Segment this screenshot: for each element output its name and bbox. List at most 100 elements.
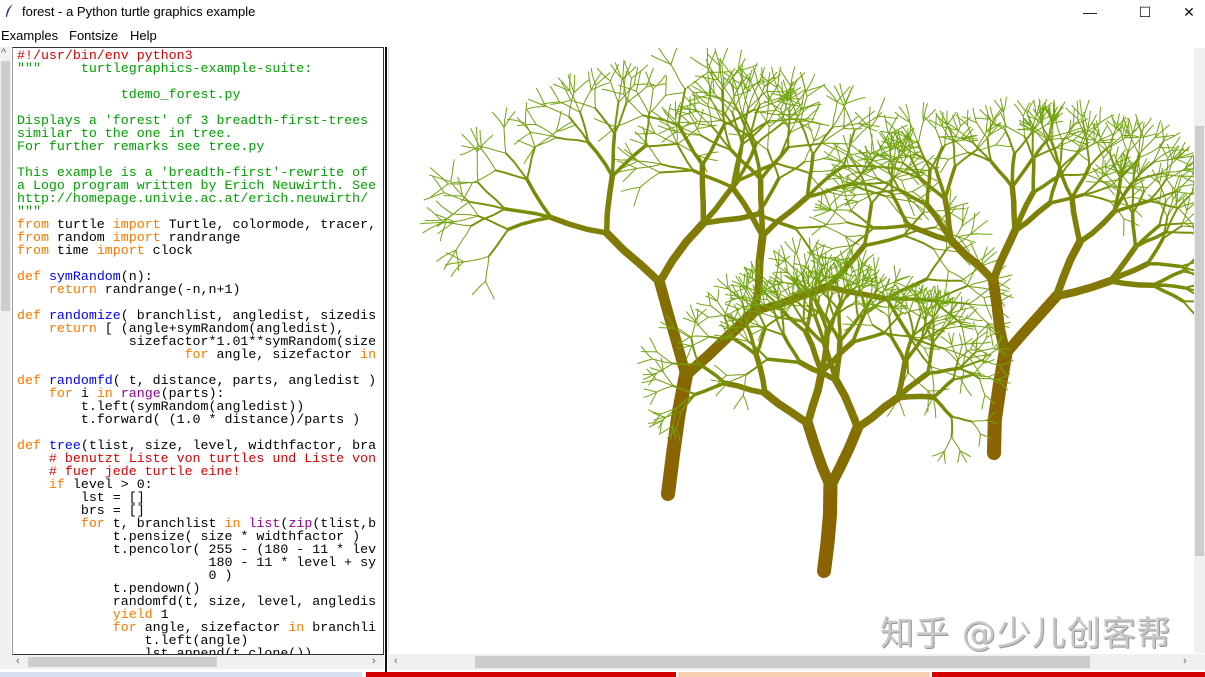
scroll-right-icon[interactable]: › xyxy=(372,655,376,667)
tree-branch xyxy=(796,237,801,255)
watermark: 知乎 @少儿创客帮 xyxy=(880,614,1172,654)
tree-branch xyxy=(481,148,497,171)
tree-branch xyxy=(874,257,880,272)
tree-branch xyxy=(442,221,472,227)
tree-branch xyxy=(760,388,812,428)
tree-branch xyxy=(1120,115,1125,133)
tree-branch xyxy=(452,213,479,217)
scroll-left-icon[interactable]: ‹ xyxy=(394,655,398,667)
code-line: """ turtlegraphics-example-suite: xyxy=(17,62,376,75)
tree-branch xyxy=(995,132,1006,146)
tree-branch xyxy=(961,280,985,299)
code-token: """ turtlegraphics-example-suite: xyxy=(17,61,313,76)
code-text[interactable]: #!/usr/bin/env python3 """ turtlegraphics… xyxy=(17,49,377,655)
canvas-vertical-scrollbar[interactable] xyxy=(1194,48,1205,653)
code-token: import xyxy=(96,243,145,258)
menu-fontsize[interactable]: Fontsize xyxy=(69,28,118,43)
tree-branch xyxy=(1006,126,1025,137)
scroll-right-icon[interactable]: › xyxy=(1183,655,1187,667)
tree-branch xyxy=(652,74,667,90)
tree-branch xyxy=(614,62,623,80)
tree-branch xyxy=(989,106,994,121)
tree-branch xyxy=(573,79,590,94)
code-line: for angle, sizefactor in xyxy=(17,347,377,362)
tree-branch xyxy=(641,378,657,384)
tree-branch xyxy=(463,255,490,263)
tree-branch xyxy=(759,194,811,239)
tree-branch xyxy=(640,346,653,360)
code-horizontal-scrollbar[interactable]: ‹ › xyxy=(0,655,384,669)
close-button[interactable]: ✕ xyxy=(1166,0,1205,24)
tree-branch xyxy=(983,297,993,320)
tree-branch xyxy=(844,234,863,237)
tree-branch xyxy=(586,140,615,178)
maximize-button[interactable]: ☐ xyxy=(1122,0,1168,24)
tree-branch xyxy=(808,237,811,255)
stop-button[interactable] xyxy=(678,672,930,677)
code-token: lst.append(t.clone()) xyxy=(17,646,313,655)
tree-branch xyxy=(972,107,977,123)
tree-branch xyxy=(526,146,536,181)
tree-branch xyxy=(802,418,836,492)
feather-icon xyxy=(6,4,13,17)
code-token: angle, sizefactor xyxy=(208,347,361,362)
code-line: http://homepage.univie.ac.at/erich.neuwi… xyxy=(17,192,376,205)
tree-branch xyxy=(643,388,658,393)
scroll-thumb[interactable] xyxy=(475,656,1090,668)
tree-branch xyxy=(989,160,1015,189)
tree-branch xyxy=(811,120,830,127)
scroll-left-icon[interactable]: ‹ xyxy=(16,655,20,667)
tree-branch xyxy=(462,195,479,217)
code-token: randrange(-n,n+1) xyxy=(96,282,241,297)
tree-branch xyxy=(670,43,680,66)
minimize-button[interactable]: — xyxy=(1067,0,1113,24)
tree-branch xyxy=(1182,300,1201,322)
tree-branch xyxy=(1107,278,1156,288)
tree-branch xyxy=(1082,99,1090,118)
scroll-thumb[interactable] xyxy=(1195,126,1204,556)
tree-branch xyxy=(1099,106,1102,124)
tree-branch xyxy=(1165,231,1193,234)
tree-branch xyxy=(424,218,448,222)
tree-branch xyxy=(766,90,787,93)
menu-help[interactable]: Help xyxy=(130,28,157,43)
tree-branch xyxy=(717,289,720,302)
tree-branch xyxy=(1166,202,1178,218)
code-vertical-scrollbar[interactable]: ^ xyxy=(0,47,11,655)
menu-examples[interactable]: Examples xyxy=(1,28,58,43)
tree-branch xyxy=(1120,131,1129,153)
status-strip xyxy=(0,672,362,677)
tree-branch xyxy=(968,303,995,306)
tree-branch xyxy=(614,159,637,161)
start-button[interactable] xyxy=(366,672,676,677)
tree-branch xyxy=(719,47,729,67)
scroll-up-icon[interactable]: ^ xyxy=(1,47,6,59)
tree-branch xyxy=(1004,129,1016,155)
tree-branch xyxy=(1145,262,1183,269)
tree-branch xyxy=(970,233,993,235)
tree-branch xyxy=(471,280,487,296)
code-editor[interactable]: #!/usr/bin/env python3 """ turtlegraphics… xyxy=(12,47,384,655)
tree-branch xyxy=(909,123,912,139)
tree-branch xyxy=(1150,269,1185,287)
window-title: forest - a Python turtle graphics exampl… xyxy=(22,4,256,19)
code-line: t.forward( (1.0 * distance)/parts ) xyxy=(17,413,376,426)
clear-button[interactable] xyxy=(932,672,1205,677)
scroll-thumb[interactable] xyxy=(1,61,10,311)
tree-branch xyxy=(691,336,710,347)
tree-branch xyxy=(1016,100,1028,114)
tree-branch xyxy=(959,333,963,346)
canvas-horizontal-scrollbar[interactable]: ‹ › xyxy=(388,654,1205,670)
tree-branch xyxy=(1166,199,1174,218)
tree-branch xyxy=(533,137,557,148)
tree-branch xyxy=(971,421,981,435)
tree-branch xyxy=(670,64,686,90)
code-token: t.forward( (1.0 * distance)/parts ) xyxy=(17,412,361,427)
tree-branch xyxy=(1000,290,1062,360)
scroll-thumb[interactable] xyxy=(28,657,217,667)
tree-branch xyxy=(985,114,988,133)
tree-branch xyxy=(816,479,838,579)
tree-branch xyxy=(960,116,971,127)
pane-divider[interactable] xyxy=(385,47,387,677)
